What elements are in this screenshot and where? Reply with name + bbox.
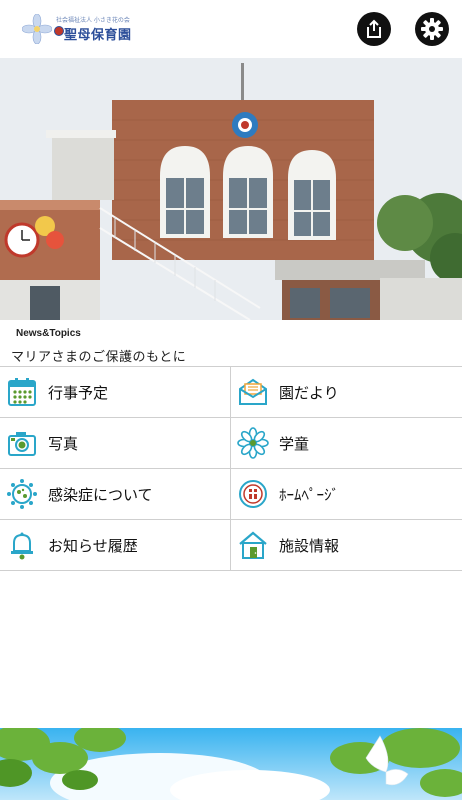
menu-item-notice-history[interactable]: お知らせ履歴 — [0, 520, 230, 571]
menu-label: 写真 — [48, 435, 79, 453]
menu-label: 行事予定 — [48, 384, 109, 402]
logo-name: 聖母保育園 — [64, 28, 132, 43]
share-button[interactable] — [357, 12, 391, 46]
menu-label: 感染症について — [48, 486, 153, 504]
flower-icon — [237, 427, 269, 459]
menu-label: 園だより — [279, 384, 339, 402]
footer-banner — [0, 728, 462, 800]
news-section: News&Topics マリアさまのご保護のもとに — [0, 320, 462, 366]
app-header: 社会福祉法人 小さき花の会 聖母保育園 — [0, 0, 462, 58]
menu-item-facility-info[interactable]: 施設情報 — [230, 520, 462, 571]
virus-icon — [7, 479, 37, 509]
mail-icon — [239, 378, 267, 405]
logo-seal-icon — [54, 26, 64, 36]
gear-icon — [421, 18, 443, 40]
calendar-icon — [8, 378, 36, 406]
menu-item-newsletter[interactable]: 園だより — [230, 367, 462, 418]
share-icon — [367, 19, 381, 38]
menu-item-afterschool[interactable]: 学童 — [230, 418, 462, 469]
menu-label: お知らせ履歴 — [48, 537, 138, 555]
house-icon — [239, 531, 267, 559]
camera-icon — [8, 432, 36, 456]
footer-illustration — [0, 728, 462, 800]
hero-photo — [0, 58, 462, 320]
menu-label: ﾎｰﾑﾍﾟｰｼﾞ — [279, 486, 340, 504]
menu-item-photos[interactable]: 写真 — [0, 418, 230, 469]
building-photo — [0, 58, 462, 320]
menu-label: 学童 — [279, 435, 310, 453]
homepage-icon — [239, 480, 267, 508]
menu-grid: 行事予定 園だより 写真 学童 感染症について ﾎｰﾑﾍﾟｰｼﾞ お知らせ履歴 … — [0, 366, 462, 574]
logo-flower-icon — [22, 14, 52, 44]
news-label: News&Topics — [16, 328, 81, 339]
news-text[interactable]: マリアさまのご保護のもとに — [11, 346, 186, 365]
settings-button[interactable] — [415, 12, 449, 46]
menu-item-events[interactable]: 行事予定 — [0, 367, 230, 418]
menu-item-homepage[interactable]: ﾎｰﾑﾍﾟｰｼﾞ — [230, 469, 462, 520]
nursery-logo: 社会福祉法人 小さき花の会 聖母保育園 — [22, 12, 134, 46]
bell-icon — [11, 532, 33, 560]
logo-subtitle: 社会福祉法人 小さき花の会 — [56, 17, 130, 24]
menu-label: 施設情報 — [279, 537, 340, 555]
menu-item-infection[interactable]: 感染症について — [0, 469, 230, 520]
